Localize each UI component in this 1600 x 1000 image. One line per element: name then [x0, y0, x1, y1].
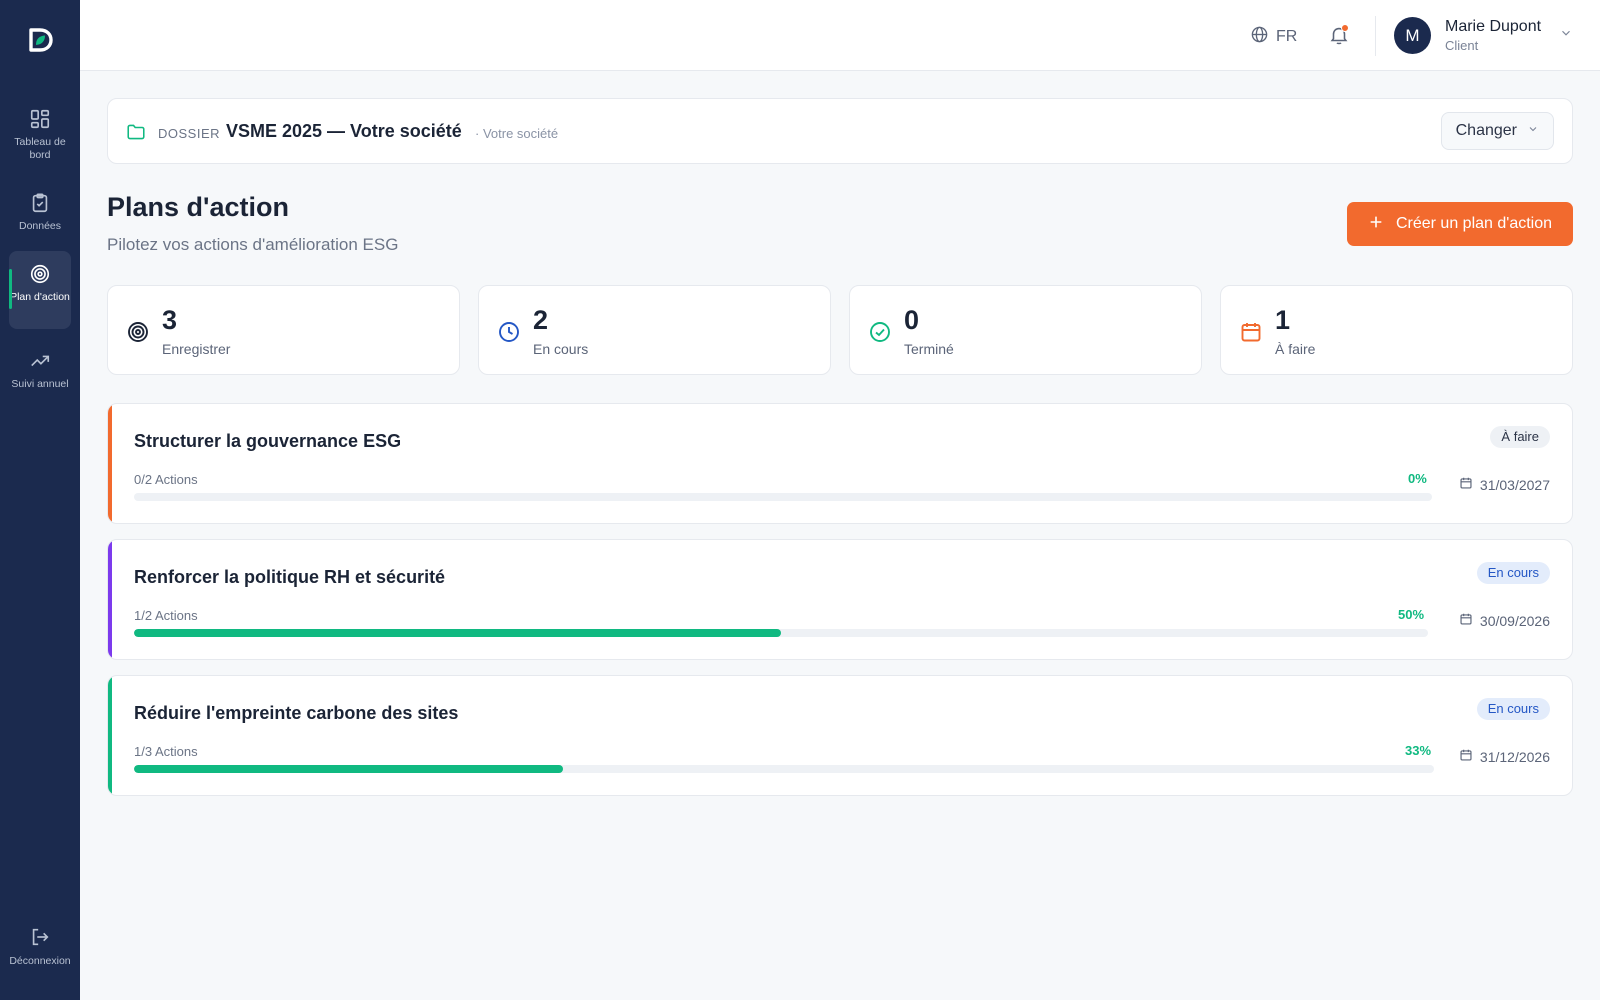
- plan-title: Réduire l'empreinte carbone des sites: [134, 703, 459, 723]
- grid-icon: [9, 108, 71, 130]
- chevron-down-icon: [1527, 122, 1539, 140]
- action-plan-card[interactable]: Structurer la gouvernance ESG À faire 0/…: [107, 403, 1573, 524]
- plan-due-date: 30/09/2026: [1459, 612, 1550, 629]
- sidebar-item-label: Données: [18, 220, 62, 232]
- create-action-plan-button[interactable]: Créer un plan d'action: [1347, 202, 1573, 246]
- stat-label: Terminé: [904, 341, 954, 357]
- user-name: Marie Dupont: [1445, 18, 1542, 35]
- action-plan-card[interactable]: Réduire l'empreinte carbone des sites En…: [107, 675, 1573, 796]
- date-text: 30/09/2026: [1479, 612, 1550, 629]
- notification-dot: [1341, 24, 1349, 32]
- plan-progress-percent: 0%: [1408, 471, 1427, 486]
- progress-fill: [134, 765, 563, 773]
- plan-progress-percent: 33%: [1405, 743, 1432, 758]
- sidebar-item-dashboard[interactable]: Tableau de bord: [9, 96, 71, 170]
- dossier-card: DOSSIER VSME 2025 — Votre société · Votr…: [107, 98, 1573, 164]
- status-badge: En cours: [1476, 562, 1550, 584]
- stat-label: À faire: [1275, 341, 1316, 357]
- plan-title: Structurer la gouvernance ESG: [134, 431, 402, 451]
- plan-actions-count: 1/3 Actions: [134, 744, 198, 759]
- calendar-icon: [1459, 476, 1473, 493]
- change-label: Changer: [1455, 122, 1517, 139]
- plan-actions-count: 1/2 Actions: [134, 608, 198, 623]
- divider: [1375, 16, 1376, 56]
- target-icon: [126, 320, 150, 349]
- stat-card-to-do: 1 À faire: [1220, 285, 1573, 375]
- plan-title: Renforcer la politique RH et sécurité: [134, 567, 446, 587]
- target-icon: [9, 263, 71, 285]
- create-label: Créer un plan d'action: [1395, 215, 1553, 232]
- top-bar: FR M Marie Dupont Client: [80, 0, 1600, 71]
- app-logo[interactable]: [24, 24, 56, 56]
- plus-icon: [1368, 214, 1384, 235]
- chevron-down-icon: [1559, 26, 1573, 45]
- sidebar-item-label: Plan d'action: [10, 291, 70, 303]
- stat-card-in-progress: 2 En cours: [478, 285, 831, 375]
- progress-bar: [134, 765, 1434, 773]
- plan-actions-count: 0/2 Actions: [134, 472, 198, 487]
- date-text: 31/12/2026: [1479, 748, 1550, 765]
- calendar-icon: [1459, 612, 1473, 629]
- active-indicator: [9, 269, 12, 309]
- dossier-tag: DOSSIER: [158, 126, 221, 141]
- bell-icon: [1328, 27, 1350, 50]
- plan-due-date: 31/12/2026: [1459, 748, 1550, 765]
- stat-value: 0: [904, 305, 920, 335]
- calendar-icon: [1459, 748, 1473, 765]
- page-title: Plans d'action: [107, 192, 289, 222]
- language-selector[interactable]: FR: [1250, 25, 1297, 49]
- status-badge: En cours: [1476, 698, 1550, 720]
- avatar: M: [1394, 17, 1431, 54]
- stat-label: En cours: [533, 341, 589, 357]
- sidebar-item-action-plan[interactable]: Plan d'action: [9, 251, 71, 329]
- logout-button[interactable]: Déconnexion: [0, 926, 80, 967]
- stat-value: 3: [162, 305, 178, 335]
- user-menu[interactable]: M Marie Dupont Client: [1394, 17, 1573, 54]
- date-text: 31/03/2027: [1479, 476, 1550, 493]
- sidebar-item-data[interactable]: Données: [9, 180, 71, 242]
- globe-icon: [1250, 25, 1269, 49]
- clipboard-check-icon: [9, 192, 71, 214]
- page-subtitle: Pilotez vos actions d'amélioration ESG: [107, 235, 399, 254]
- logout-label: Déconnexion: [9, 955, 71, 967]
- plan-accent-bar: [108, 540, 112, 659]
- stat-label: Enregistrer: [162, 341, 231, 357]
- dossier-company: · Votre société: [475, 126, 559, 141]
- change-dossier-button[interactable]: Changer: [1440, 112, 1554, 150]
- dossier-title: VSME 2025 — Votre société: [226, 121, 462, 141]
- sidebar-item-label: Suivi annuel: [11, 378, 69, 390]
- language-label: FR: [1276, 28, 1298, 45]
- folder-icon: [126, 123, 146, 146]
- progress-fill: [134, 629, 781, 637]
- action-plan-card[interactable]: Renforcer la politique RH et sécurité En…: [107, 539, 1573, 660]
- notifications-button[interactable]: [1328, 24, 1350, 51]
- progress-bar: [134, 629, 1428, 637]
- clock-icon: [497, 320, 521, 349]
- check-circle-icon: [868, 320, 892, 349]
- sidebar: Tableau de bord Données Plan d'action Su…: [0, 0, 80, 1000]
- stat-card-registered: 3 Enregistrer: [107, 285, 460, 375]
- logout-icon: [0, 926, 80, 948]
- stat-value: 2: [533, 305, 549, 335]
- plan-accent-bar: [108, 676, 112, 795]
- trending-up-icon: [9, 350, 71, 372]
- status-badge: À faire: [1490, 426, 1550, 448]
- stat-value: 1: [1275, 305, 1291, 335]
- plan-due-date: 31/03/2027: [1459, 476, 1550, 493]
- sidebar-item-label: Tableau de bord: [14, 136, 66, 161]
- sidebar-item-annual-tracking[interactable]: Suivi annuel: [9, 338, 71, 412]
- stat-card-completed: 0 Terminé: [849, 285, 1202, 375]
- plan-progress-percent: 50%: [1398, 607, 1425, 622]
- plan-accent-bar: [108, 404, 112, 523]
- calendar-icon: [1239, 320, 1263, 349]
- user-role: Client: [1445, 38, 1479, 53]
- progress-bar: [134, 493, 1432, 501]
